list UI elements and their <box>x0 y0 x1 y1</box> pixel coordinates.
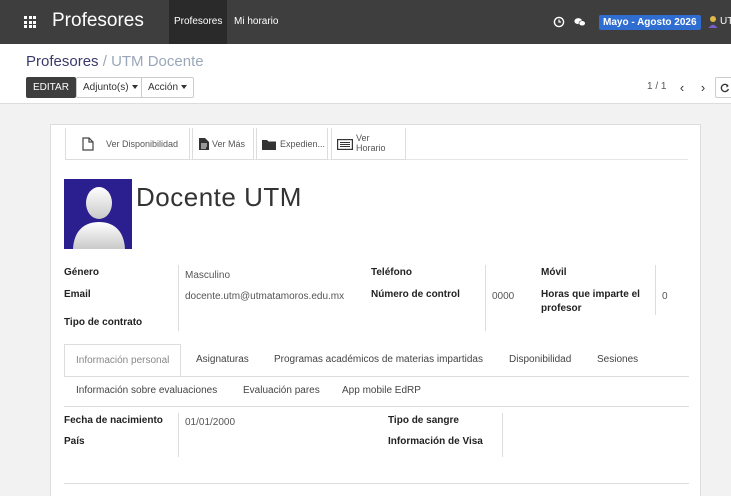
menu-profesores[interactable]: Profesores <box>169 0 228 44</box>
control-number-value: 0000 <box>492 291 515 302</box>
schedule-label-line2: Horario <box>356 143 386 153</box>
file-label: Expedien... <box>280 139 326 149</box>
breadcrumb-parent[interactable]: Profesores <box>26 53 99 70</box>
column-divider <box>485 265 486 331</box>
edit-button[interactable]: EDITAR <box>26 77 76 98</box>
birth-date-value: 01/01/2000 <box>185 417 236 428</box>
academic-period-badge[interactable]: Mayo - Agosto 2026 <box>599 15 701 30</box>
tab-app-mobile[interactable]: App mobile EdRP <box>342 385 421 396</box>
schedule-list-icon <box>337 139 353 150</box>
country-label: País <box>64 436 85 447</box>
more-smart-button[interactable]: Ver Más <box>192 128 254 160</box>
tab-academic-programs[interactable]: Programas académicos de materias imparti… <box>274 354 483 365</box>
activity-clock-icon[interactable] <box>553 16 565 28</box>
action-label: Acción <box>148 82 179 93</box>
email-value[interactable]: docente.utm@utmatamoros.edu.mx <box>185 291 344 302</box>
smart-button-bar: Ver Disponibilidad Ver Más Expedien... V… <box>65 128 688 160</box>
tabs-top-divider <box>64 376 689 377</box>
hours-label-line2: profesor <box>541 303 582 314</box>
pager-next-icon[interactable]: › <box>695 77 711 98</box>
visa-info-label: Información de Visa <box>388 436 483 447</box>
tab-sessions[interactable]: Sesiones <box>597 354 638 365</box>
breadcrumb: Profesores / UTM Docente <box>26 53 204 70</box>
teacher-avatar[interactable] <box>64 179 132 249</box>
hours-value: 0 <box>662 291 668 302</box>
hours-label-line1: Horas que imparte el <box>541 289 640 300</box>
column-divider <box>178 265 179 331</box>
pager-previous-icon[interactable]: ‹ <box>674 77 690 98</box>
control-number-label: Número de control <box>371 289 460 300</box>
tab-peer-evaluation[interactable]: Evaluación pares <box>243 385 320 396</box>
file-text-icon <box>199 138 209 150</box>
mobile-label: Móvil <box>541 267 567 278</box>
availability-smart-button[interactable]: Ver Disponibilidad <box>65 128 190 160</box>
top-navbar: Profesores Profesores Mi horario Mayo - … <box>0 0 731 44</box>
tab-evaluations[interactable]: Información sobre evaluaciones <box>76 385 217 396</box>
teacher-name: Docente UTM <box>136 182 302 212</box>
menu-mi-horario[interactable]: Mi horario <box>229 0 283 44</box>
column-divider <box>502 413 503 457</box>
breadcrumb-separator: / <box>102 53 107 70</box>
reload-icon <box>720 83 730 93</box>
gender-value: Masculino <box>185 270 231 281</box>
control-panel: Profesores / UTM Docente EDITAR Adjunto(… <box>0 44 731 104</box>
birth-date-label: Fecha de nacimiento <box>64 415 163 426</box>
gender-label: Género <box>64 267 100 278</box>
phone-label: Teléfono <box>371 267 412 278</box>
column-divider <box>655 265 656 315</box>
form-sheet: Ver Disponibilidad Ver Más Expedien... V… <box>50 124 701 496</box>
blood-type-label: Tipo de sangre <box>388 415 459 426</box>
caret-down-icon <box>131 85 138 90</box>
tab-subjects[interactable]: Asignaturas <box>196 354 249 365</box>
contract-type-label: Tipo de contrato <box>64 317 143 328</box>
attachments-dropdown[interactable]: Adjunto(s) <box>76 77 145 98</box>
action-dropdown[interactable]: Acción <box>141 77 195 98</box>
email-label: Email <box>64 289 91 300</box>
document-icon <box>82 137 94 151</box>
apps-grid-icon[interactable] <box>24 16 36 28</box>
availability-label: Ver Disponibilidad <box>106 139 179 149</box>
user-name[interactable]: UT <box>720 16 731 27</box>
caret-down-icon <box>181 85 188 90</box>
tab-availability[interactable]: Disponibilidad <box>509 354 571 365</box>
user-icon[interactable] <box>708 15 718 29</box>
tabs-bottom-divider <box>64 406 689 407</box>
tab-personal-info[interactable]: Información personal <box>64 344 182 377</box>
chat-bubbles-icon[interactable] <box>574 16 586 28</box>
schedule-smart-button[interactable]: Ver Horario <box>331 128 406 160</box>
file-smart-button[interactable]: Expedien... <box>256 128 328 160</box>
reload-button[interactable] <box>715 77 731 98</box>
pager-value: 1 / 1 <box>647 81 667 92</box>
section-divider <box>64 483 689 484</box>
more-label: Ver Más <box>212 139 246 149</box>
schedule-label-line1: Ver <box>356 133 370 143</box>
app-title[interactable]: Profesores <box>52 10 144 32</box>
breadcrumb-current: UTM Docente <box>111 53 204 70</box>
attachments-label: Adjunto(s) <box>83 82 129 93</box>
column-divider <box>178 413 179 457</box>
person-silhouette-icon <box>73 187 125 249</box>
folder-icon <box>262 140 276 150</box>
